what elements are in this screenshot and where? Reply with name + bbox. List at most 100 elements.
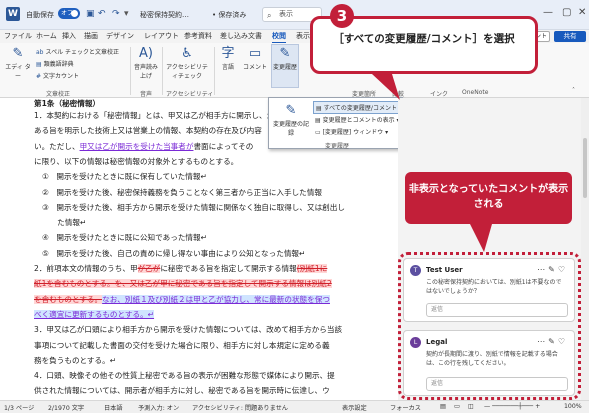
tab-references[interactable]: 参考資料: [184, 31, 212, 41]
track-group-label: 変更履歴: [325, 143, 350, 150]
tab-mailings[interactable]: 差し込み文書: [220, 31, 262, 41]
body-text: 務を負うものとする。↵: [34, 355, 117, 365]
maximize-icon[interactable]: ▢: [562, 7, 571, 18]
document-line: 3．甲又は乙が口頭により相手方から開示を受けた情報については、改めて相手方から当…: [34, 324, 342, 335]
document-line: ③ 開示を受けた後、相手方から開示を受けた情報に関係なく独自に取得し、又は創出し: [42, 202, 345, 213]
document-line: 1．本契約における「秘密情報」とは、甲又は乙が相手方に開示し、かつ: [34, 110, 282, 121]
body-text: ⑤ 開示を受けた後、自己の責めに帰し得ない事由により公知となった情報↵: [42, 248, 306, 258]
annotation-callout-right: 非表示となっていたコメントが表示される: [405, 172, 572, 224]
show-markup-button[interactable]: ▤ 変更履歴とコメントの表示 ▾: [313, 114, 402, 125]
vertical-scrollbar[interactable]: [581, 98, 589, 400]
language-button[interactable]: 字 言語: [216, 47, 240, 72]
zoom-slider[interactable]: — ───────┼─── +: [484, 403, 540, 410]
body-text: 書面によってその: [193, 141, 254, 151]
document-line: 紙1を含むものとする。を、又は乙が甲に秘密である旨を指定して開示する情報は別紙2: [34, 278, 332, 289]
word-count[interactable]: 2/1970 文字: [48, 403, 84, 412]
body-text: ① 開示を受けたときに既に保有していた情報↵: [42, 172, 207, 182]
document-line: ① 開示を受けたときに既に保有していた情報↵: [42, 171, 207, 182]
body-text: 1．本契約における「秘密情報」とは、甲又は乙が相手方に開示し、かつ: [34, 111, 282, 120]
predict-status[interactable]: 予測入力: オン: [138, 403, 179, 412]
tab-insert[interactable]: 挿入: [62, 31, 76, 41]
body-text: い。ただし、: [34, 141, 80, 151]
share-button[interactable]: 共有: [554, 31, 586, 42]
spellcheck-icon: ab: [36, 49, 44, 56]
document-line: ある旨を明示した技術上又は営業上の情報、本契約の存在及び内容: [34, 125, 262, 136]
markup-select[interactable]: ▤ すべての変更履歴/コメント ▾: [313, 101, 405, 114]
step-number-badge: 3: [330, 4, 354, 28]
accessibility-status[interactable]: アクセシビリティ: 問題ありません: [192, 403, 288, 412]
tab-file[interactable]: ファイル: [4, 31, 32, 41]
thesaurus-icon: ▤: [36, 61, 42, 68]
search-icon: ⌕: [267, 11, 272, 20]
tab-draw[interactable]: 描画: [84, 31, 98, 41]
language-status[interactable]: 日本語: [104, 403, 123, 412]
show-markup-icon: ▤: [315, 117, 323, 124]
group-speech-label: 音声: [140, 91, 153, 98]
display-settings[interactable]: 表示設定: [342, 403, 367, 412]
inserted-text: なお、別紙１及び別紙２は甲と乙が協力し、常に最新の状態を保つ: [102, 294, 330, 304]
body-text: 事項について記載した書面の交付を受けた場合に限り、相手方に対し本規定に定める義: [34, 340, 330, 350]
annotation-callout-right-text: 非表示となっていたコメントが表示される: [408, 184, 569, 210]
undo-icon[interactable]: ↶: [98, 9, 106, 19]
body-text: に限り、以下の情報は秘密情報の対象外とするものとする。: [34, 156, 239, 166]
tab-view[interactable]: 表示: [296, 31, 310, 41]
record-changes-label: 変更履歴の記録: [273, 121, 310, 137]
accessibility-button[interactable]: ♿ アクセシビリティチェック: [164, 46, 210, 81]
editor-label: エディ ター: [5, 64, 31, 80]
comment-label: コメント: [242, 64, 267, 71]
reviewing-pane-button[interactable]: ▭ [変更履歴] ウィンドウ ▾: [313, 126, 390, 137]
read-mode-icon[interactable]: ▤: [440, 403, 446, 410]
document-line: ② 開示を受けた後、秘密保持義務を負うことなく第三者から正当に入手した情報: [42, 187, 322, 198]
document-line: べく適宜に更新するものとする。↵: [34, 309, 155, 320]
tab-design[interactable]: デザイン: [106, 31, 134, 41]
body-text: 3．甲又は乙が口頭により相手方から開示を受けた情報については、改めて相手方から当…: [34, 325, 343, 335]
print-layout-icon[interactable]: ▭: [454, 403, 460, 410]
status-bar: 1/3 ページ 2/1970 文字 日本語 予測入力: オン アクセシビリティ:…: [0, 400, 589, 413]
ribbon-divider: [130, 47, 131, 95]
save-icon[interactable]: ▣: [86, 9, 95, 19]
autosave-toggle[interactable]: オフ: [58, 8, 80, 19]
markup-select-icon: ▤: [316, 105, 324, 112]
editor-button[interactable]: ✎ エディ ター: [4, 47, 32, 81]
close-icon[interactable]: ✕: [578, 7, 586, 18]
wordcount-button[interactable]: # 文字カウント: [36, 71, 79, 80]
document-line: 4．口頭、映像その他その性質上秘密である旨の表示が困難な形態で媒体により開示、提: [34, 370, 335, 381]
comment-icon: ▭: [248, 46, 262, 61]
document-line: ④ 開示を受けたときに既に公知であった情報↵: [42, 232, 207, 243]
body-text: ある旨を明示した技術上又は営業上の情報、本契約の存在及び内容: [34, 126, 262, 136]
ribbon-collapse-icon[interactable]: ˄: [572, 87, 575, 94]
language-label: 言語: [221, 64, 234, 71]
comment-group-button[interactable]: ▭ コメント: [242, 46, 268, 72]
deleted-text: を含むものとする。: [34, 294, 103, 304]
page-count[interactable]: 1/3 ページ: [4, 403, 34, 412]
save-status: • 保存済み: [212, 11, 247, 19]
spelling-button[interactable]: ab スペル チェックと文章校正: [36, 47, 119, 56]
thesaurus-button[interactable]: ▤ 類義語辞典: [36, 59, 74, 68]
record-changes-button[interactable]: ✎ 変更履歴の記録: [273, 104, 310, 138]
read-aloud-button[interactable]: A) 音声読み上げ: [134, 47, 158, 81]
document-title[interactable]: 秘密保持契約…: [140, 10, 189, 20]
wordcount-label: 文字カウント: [43, 73, 80, 80]
deleted-text: 紙1を含むものとする。: [34, 279, 115, 289]
tab-home[interactable]: ホーム: [36, 31, 57, 41]
web-layout-icon[interactable]: ◫: [468, 403, 474, 410]
focus-button[interactable]: フォーカス: [390, 403, 421, 412]
document-line: 2．前項本文の情報のうち、甲が乙がに秘密である旨を指定して開示する情報(別紙1に: [34, 263, 328, 274]
accessibility-icon: ♿: [181, 46, 193, 61]
body-text: に秘密である旨を指定して開示する情報: [160, 264, 297, 273]
thesaurus-label: 類義語辞典: [43, 61, 74, 68]
group-proofing-label: 文章校正: [46, 91, 71, 98]
deleted-text: を、又は乙が甲に秘密である旨を指定して開示する情報は別紙2: [114, 279, 332, 289]
wordcount-icon: #: [36, 73, 42, 80]
comments-highlight-box: [398, 252, 581, 400]
group-accessibility-label: アクセシビリティ: [166, 91, 214, 98]
tab-layout[interactable]: レイアウト: [144, 31, 179, 41]
qat-more-icon[interactable]: ▾: [124, 9, 129, 19]
redo-icon[interactable]: ↷: [112, 9, 120, 19]
document-line: ⑤ 開示を受けた後、自己の責めに帰し得ない事由により公知となった情報↵: [42, 248, 305, 259]
group-onenote-label: OneNote: [462, 89, 489, 96]
document-line: 務を負うものとする。↵: [34, 355, 116, 366]
chevron-down-icon: ▾: [383, 129, 389, 136]
zoom-level[interactable]: 100%: [564, 403, 582, 410]
minimize-icon[interactable]: —: [543, 7, 553, 18]
